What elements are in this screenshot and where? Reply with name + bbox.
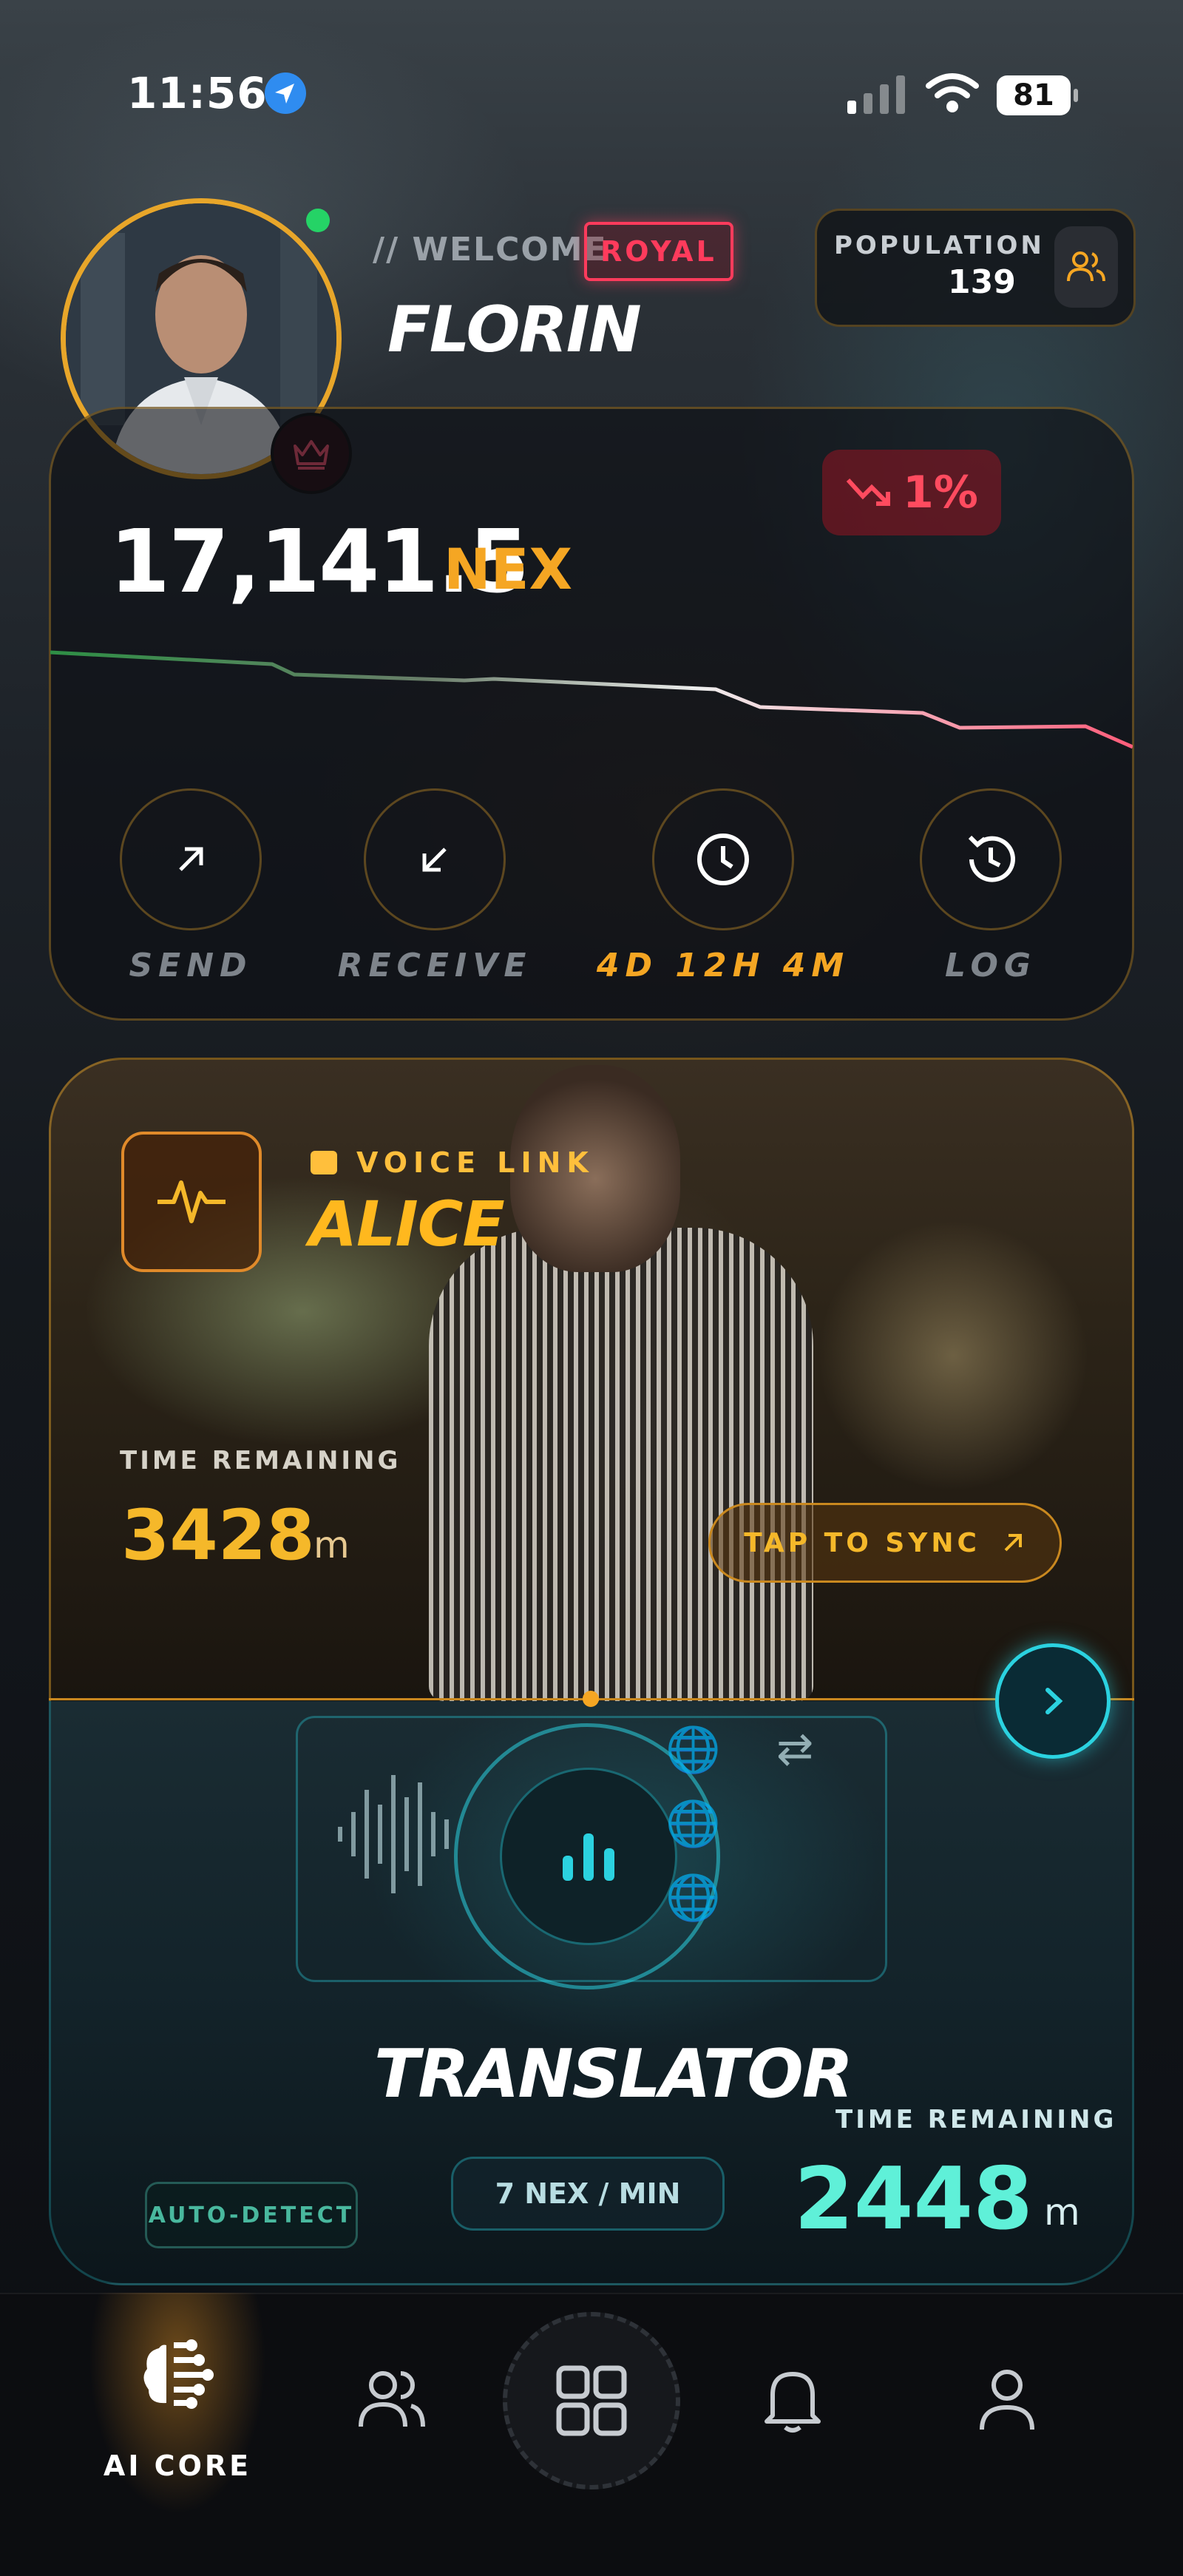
users-icon [1054, 226, 1118, 308]
alice-portrait-body [429, 1228, 813, 1701]
users-icon [359, 2371, 425, 2427]
balance-sparkline [50, 650, 1133, 749]
alice-time-label: TIME REMAINING [120, 1446, 401, 1475]
arrow-up-right-icon [1004, 1534, 1022, 1552]
companion-name: ALICE [309, 1188, 505, 1260]
location-icon [265, 72, 306, 114]
log-button[interactable] [920, 788, 1062, 930]
battery-indicator: 81 [997, 75, 1078, 115]
nav-ai-core[interactable] [133, 2330, 222, 2418]
welcome-label: // WELCOME [373, 231, 608, 268]
translator-time-label: TIME REMAINING [835, 2105, 1117, 2134]
rate-badge: 7 NEX / MIN [451, 2157, 725, 2231]
arrow-up-right-icon [179, 847, 203, 871]
brain-icon [143, 2339, 214, 2409]
nav-notifications[interactable] [748, 2355, 837, 2444]
username: FLORIN [387, 293, 642, 367]
sync-label: TAP TO SYNC [744, 1527, 980, 1558]
clock-icon [697, 834, 749, 885]
equalizer-icon [563, 1833, 614, 1881]
user-icon [980, 2370, 1034, 2430]
translate-icon: ⇄ [776, 1723, 814, 1775]
arrow-down-left-icon [422, 848, 447, 872]
receive-label: RECEIVE [337, 947, 532, 984]
chat-icon [311, 1151, 337, 1174]
population-label: POPULATION [834, 231, 1045, 260]
tap-to-sync-button[interactable]: TAP TO SYNC [708, 1503, 1062, 1583]
activity-icon [121, 1132, 262, 1272]
population-value: 139 [948, 263, 1016, 301]
currency-label: NEX [444, 536, 573, 602]
nav-profile[interactable] [963, 2355, 1051, 2444]
translator-time-value: 2448 [794, 2149, 1033, 2249]
wifi-icon [926, 73, 979, 112]
timer-button[interactable] [652, 788, 794, 930]
history-icon [968, 835, 1015, 882]
globe-icon: 🌐 [665, 1798, 721, 1850]
next-button[interactable] [995, 1643, 1111, 1759]
alice-time-unit: m [313, 1524, 350, 1566]
timer-label: 4D 12H 4M [596, 947, 850, 984]
alice-time-value: 3428 [121, 1495, 315, 1576]
send-label: SEND [129, 947, 253, 984]
receive-button[interactable] [364, 788, 506, 930]
divider-dot [583, 1691, 599, 1707]
translator-title: TRANSLATOR [374, 2035, 853, 2113]
auto-detect-button[interactable]: AUTO-DETECT [145, 2182, 358, 2248]
globe-icon: 🌐 [665, 1724, 721, 1776]
trend-down-icon [846, 478, 891, 506]
nav-ai-core-label: AI CORE [103, 2450, 252, 2482]
grid-icon [556, 2365, 627, 2436]
nav-community[interactable] [348, 2355, 436, 2444]
globe-icon: 🌐 [665, 1872, 721, 1924]
online-status-dot [306, 209, 330, 232]
bell-icon [765, 2372, 821, 2433]
rank-badge: ROYAL [584, 222, 733, 281]
change-value: 1% [903, 467, 978, 518]
translator-core-button[interactable] [500, 1768, 677, 1945]
translator-time-unit: m [1044, 2191, 1080, 2234]
center-hub-button[interactable] [503, 2312, 680, 2489]
log-label: LOG [945, 947, 1037, 984]
chevron-right-icon [1045, 1688, 1063, 1714]
cellular-signal-icon [847, 75, 905, 114]
change-badge: 1% [822, 450, 1001, 535]
voice-link-tag: VOICE LINK [356, 1146, 594, 1179]
status-time: 11:56 [127, 68, 268, 118]
send-button[interactable] [120, 788, 262, 930]
